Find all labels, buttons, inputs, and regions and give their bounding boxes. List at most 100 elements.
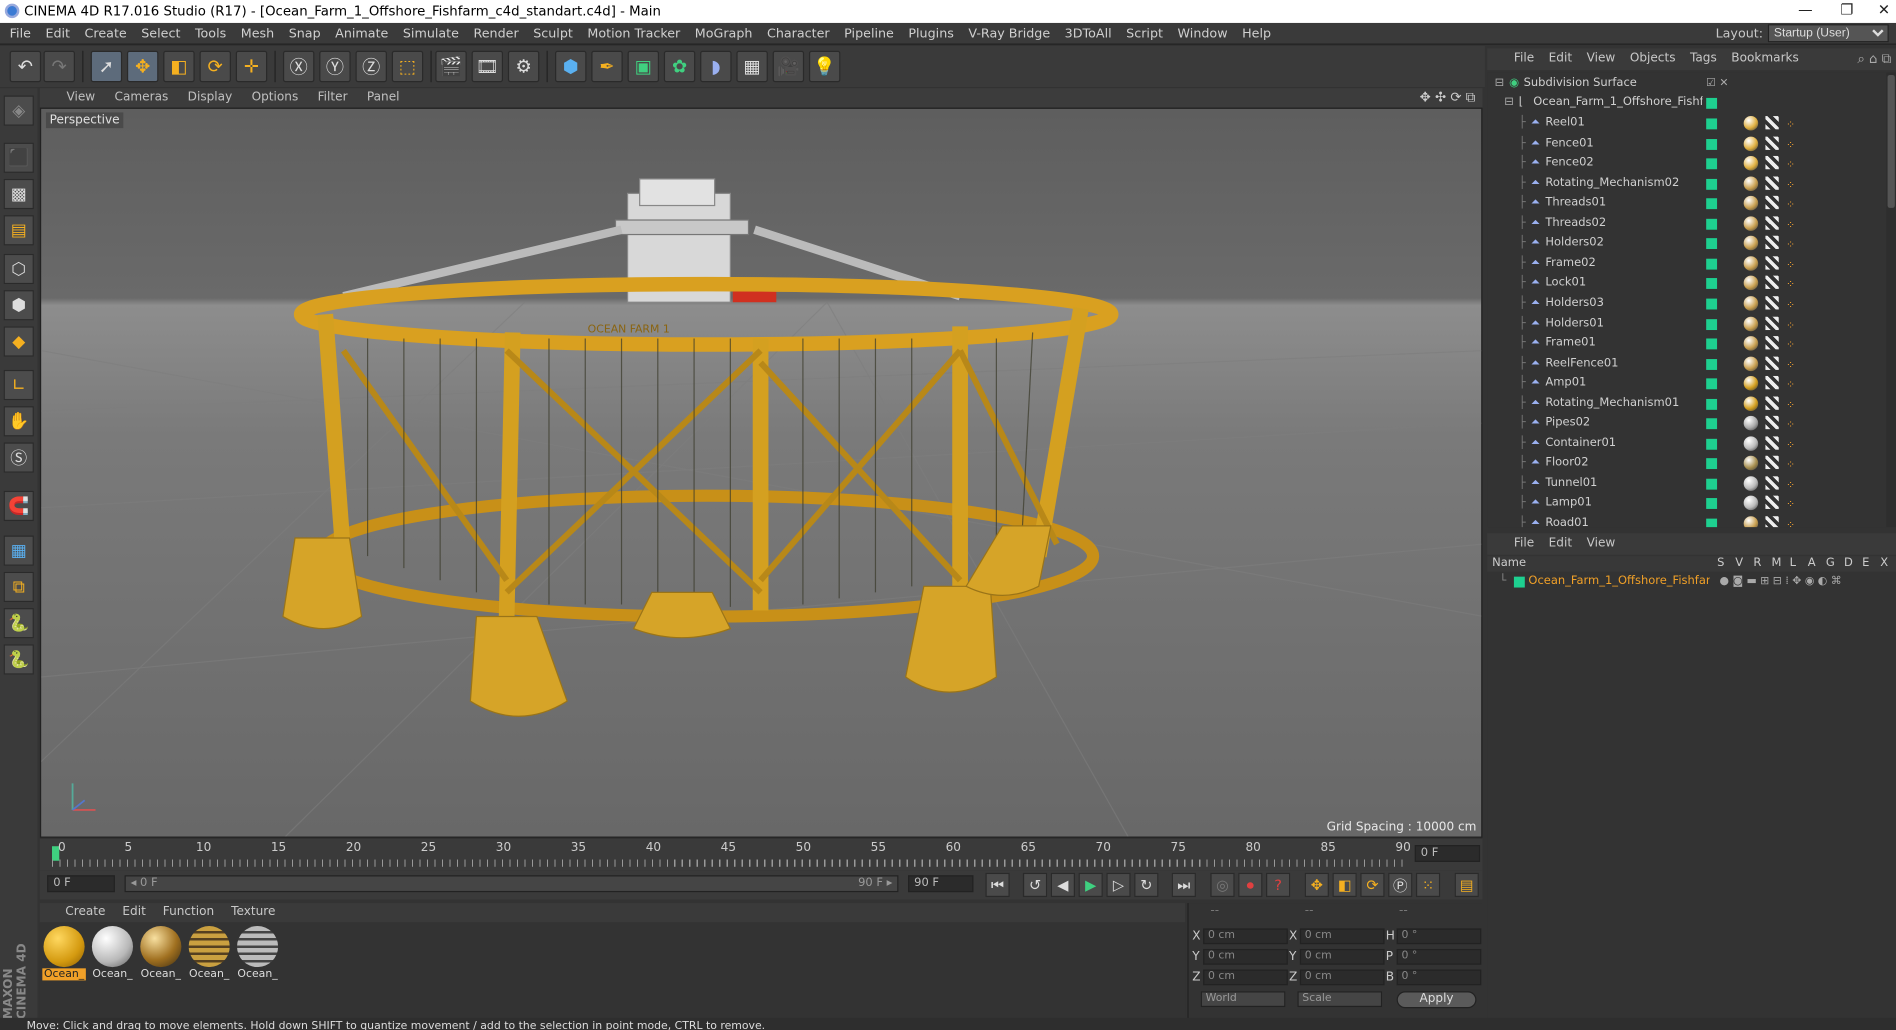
phong-tag-icon[interactable]: ⁘ bbox=[1786, 116, 1795, 135]
material-tag-icon[interactable] bbox=[1743, 516, 1759, 528]
next-frame-icon[interactable]: ▷ bbox=[1106, 872, 1131, 898]
points-mode-icon[interactable]: ⬡ bbox=[3, 253, 34, 285]
texture-tag-icon[interactable] bbox=[1765, 156, 1779, 170]
deformer-icon[interactable]: ◗ bbox=[700, 50, 732, 83]
objects-menu-tags[interactable]: Tags bbox=[1683, 48, 1724, 70]
menu-snap[interactable]: Snap bbox=[281, 22, 327, 44]
material-tag-icon[interactable] bbox=[1743, 136, 1759, 151]
phong-tag-icon[interactable]: ⁘ bbox=[1786, 456, 1795, 475]
play-icon[interactable]: ▶ bbox=[1078, 872, 1103, 898]
key-position-icon[interactable]: ✥ bbox=[1304, 872, 1329, 898]
material-menu-create[interactable]: Create bbox=[57, 903, 114, 922]
layer-row[interactable]: └ Ocean_Farm_1_Offshore_Fishfarm ● ◙ ▬ ⊞… bbox=[1487, 572, 1886, 591]
rotation-p-field[interactable]: 0 ° bbox=[1396, 948, 1482, 965]
menu-tools[interactable]: Tools bbox=[188, 22, 234, 44]
menu-create[interactable]: Create bbox=[77, 22, 134, 44]
texture-tag-icon[interactable] bbox=[1765, 496, 1779, 510]
visibility-toggle[interactable] bbox=[1706, 498, 1718, 510]
cube-primitive-icon[interactable]: ⬢ bbox=[555, 50, 587, 83]
magnet-icon[interactable]: 🧲 bbox=[3, 490, 34, 522]
render-picture-viewer-icon[interactable]: 🎞 bbox=[471, 50, 504, 83]
menu-vray-bridge[interactable]: V-Ray Bridge bbox=[961, 22, 1057, 44]
material-tag-icon[interactable] bbox=[1743, 296, 1759, 311]
rotate-tool-icon[interactable]: ⟳ bbox=[199, 50, 231, 83]
rotation-h-field[interactable]: 0 ° bbox=[1396, 928, 1482, 945]
frame-range-slider[interactable]: ◂ 0 F 90 F ▸ bbox=[124, 875, 899, 893]
menu-script[interactable]: Script bbox=[1119, 22, 1170, 44]
object-row-group[interactable]: ⊟⌊ Ocean_Farm_1_Offshore_Fishfarm bbox=[1487, 93, 1886, 112]
texture-mode-icon[interactable]: ▩ bbox=[3, 178, 34, 210]
material-swatch[interactable]: Ocean_ bbox=[42, 926, 86, 982]
texture-tag-icon[interactable] bbox=[1765, 416, 1779, 430]
texture-tag-icon[interactable] bbox=[1765, 236, 1779, 250]
object-row[interactable]: ├ ⏶ Container01 ⁘ bbox=[1487, 434, 1886, 453]
workplane-mode-icon[interactable]: ▤ bbox=[3, 215, 34, 246]
subdivision-surface-icon[interactable]: ▣ bbox=[627, 50, 660, 83]
tweak-mode-icon[interactable]: ✋ bbox=[3, 406, 34, 437]
viewport-menu-panel[interactable]: Panel bbox=[357, 88, 409, 107]
material-tag-icon[interactable] bbox=[1743, 276, 1759, 291]
visibility-toggle[interactable] bbox=[1706, 398, 1718, 410]
texture-tag-icon[interactable] bbox=[1765, 116, 1779, 130]
visibility-toggle[interactable] bbox=[1706, 138, 1718, 150]
material-tag-icon[interactable] bbox=[1743, 316, 1759, 331]
size-x-field[interactable]: 0 cm bbox=[1299, 928, 1385, 945]
material-menu-texture[interactable]: Texture bbox=[223, 903, 284, 922]
object-row[interactable]: ├ ⏶ Frame01 ⁘ bbox=[1487, 334, 1886, 353]
menu-render[interactable]: Render bbox=[466, 22, 526, 44]
floor-icon[interactable]: ▦ bbox=[736, 50, 768, 83]
visibility-toggle[interactable] bbox=[1706, 278, 1718, 290]
menu-select[interactable]: Select bbox=[134, 22, 188, 44]
objects-menu-view[interactable]: View bbox=[1579, 48, 1622, 70]
phong-tag-icon[interactable]: ⁘ bbox=[1786, 356, 1795, 375]
visibility-toggle[interactable] bbox=[1706, 198, 1718, 210]
material-swatch[interactable]: Ocean_ bbox=[91, 926, 135, 982]
material-swatch[interactable]: Ocean_ bbox=[139, 926, 183, 982]
object-row[interactable]: ├ ⏶ Pipes02 ⁘ bbox=[1487, 414, 1886, 433]
material-tag-icon[interactable] bbox=[1743, 116, 1759, 131]
make-editable-icon[interactable]: ◈ bbox=[3, 95, 34, 126]
viewport-menu-cameras[interactable]: Cameras bbox=[105, 88, 178, 107]
menu-pipeline[interactable]: Pipeline bbox=[837, 22, 901, 44]
objects-menu-bookmarks[interactable]: Bookmarks bbox=[1724, 48, 1806, 70]
previous-frame-icon[interactable]: ◀ bbox=[1050, 872, 1075, 898]
visibility-toggle[interactable] bbox=[1706, 518, 1718, 528]
visibility-toggle[interactable] bbox=[1706, 378, 1718, 390]
visibility-toggle[interactable] bbox=[1706, 238, 1718, 250]
phong-tag-icon[interactable]: ⁘ bbox=[1786, 276, 1795, 295]
phong-tag-icon[interactable]: ⁘ bbox=[1786, 256, 1795, 275]
object-row[interactable]: ├ ⏶ Frame02 ⁘ bbox=[1487, 254, 1886, 273]
python-icon[interactable]: 🐍 bbox=[3, 608, 34, 639]
rotation-b-field[interactable]: 0 ° bbox=[1396, 969, 1482, 986]
go-to-start-icon[interactable]: ⏮ bbox=[985, 872, 1010, 898]
recent-tool-icon[interactable]: ✛ bbox=[235, 50, 268, 83]
phong-tag-icon[interactable]: ⁘ bbox=[1786, 496, 1795, 515]
timeline-ruler[interactable]: 0 5 10 15 20 25 30 35 40 45 50 55 60 65 … bbox=[39, 838, 1483, 871]
object-row[interactable]: ├ ⏶ Threads01 ⁘ bbox=[1487, 194, 1886, 213]
size-y-field[interactable]: 0 cm bbox=[1299, 948, 1385, 965]
phong-tag-icon[interactable]: ⁘ bbox=[1786, 436, 1795, 455]
material-menu-function[interactable]: Function bbox=[154, 903, 222, 922]
axis-mode-icon[interactable]: ∟ bbox=[3, 369, 34, 401]
material-swatch[interactable]: Ocean_ bbox=[187, 926, 231, 982]
viewport-menu-view[interactable]: View bbox=[57, 88, 105, 107]
texture-tag-icon[interactable] bbox=[1765, 216, 1779, 230]
menu-animate[interactable]: Animate bbox=[328, 22, 396, 44]
coordinate-system-icon[interactable]: ⬚ bbox=[391, 50, 424, 83]
size-z-field[interactable]: 0 cm bbox=[1299, 969, 1385, 986]
menu-motion-tracker[interactable]: Motion Tracker bbox=[580, 22, 687, 44]
texture-tag-icon[interactable] bbox=[1765, 256, 1779, 270]
edges-mode-icon[interactable]: ⬢ bbox=[3, 290, 34, 321]
object-row[interactable]: ├ ⏶ Lamp01 ⁘ bbox=[1487, 494, 1886, 513]
object-row[interactable]: ├ ⏶ Holders03 ⁘ bbox=[1487, 294, 1886, 313]
object-row[interactable]: ├ ⏶ Floor02 ⁘ bbox=[1487, 454, 1886, 473]
menu-edit[interactable]: Edit bbox=[38, 22, 77, 44]
y-axis-lock-icon[interactable]: Ⓨ bbox=[319, 50, 351, 83]
phong-tag-icon[interactable]: ⁘ bbox=[1786, 396, 1795, 415]
material-tag-icon[interactable] bbox=[1743, 376, 1759, 391]
current-frame-field[interactable]: 0 F bbox=[47, 875, 115, 893]
object-row[interactable]: ├ ⏶ Road01 ⁘ bbox=[1487, 514, 1886, 528]
object-row[interactable]: ├ ⏶ Holders02 ⁘ bbox=[1487, 234, 1886, 253]
texture-tag-icon[interactable] bbox=[1765, 396, 1779, 410]
menu-mograph[interactable]: MoGraph bbox=[688, 22, 760, 44]
